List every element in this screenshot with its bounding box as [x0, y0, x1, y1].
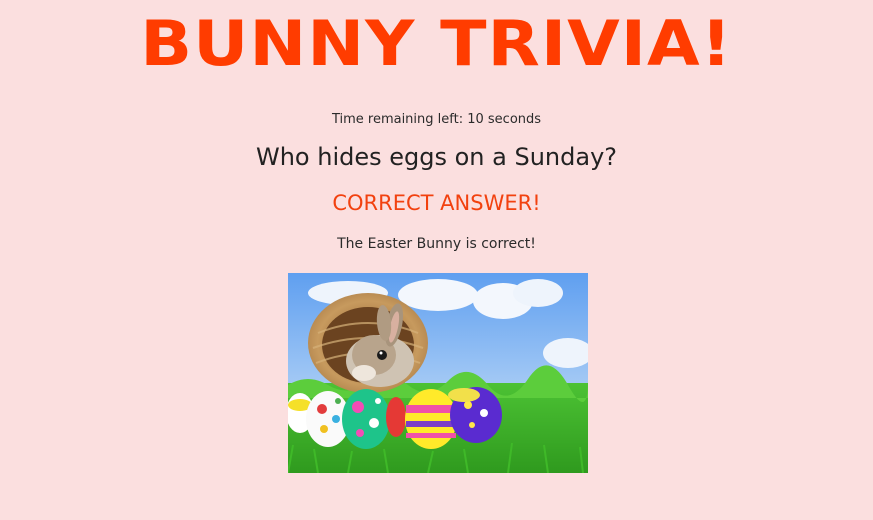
bunny-photo-illustration [288, 273, 588, 473]
trivia-page: Bunny Trivia! Time remaining left: 10 se… [0, 0, 873, 520]
question-text: Who hides eggs on a Sunday? [255, 143, 618, 171]
answer-explanation: The Easter Bunny is correct! [337, 236, 536, 252]
bunny-photo [288, 273, 588, 473]
result-message: CORRECT ANSWER! [332, 191, 541, 215]
page-title: Bunny Trivia! [140, 8, 733, 81]
time-remaining-text: Time remaining left: 10 seconds [331, 112, 542, 127]
